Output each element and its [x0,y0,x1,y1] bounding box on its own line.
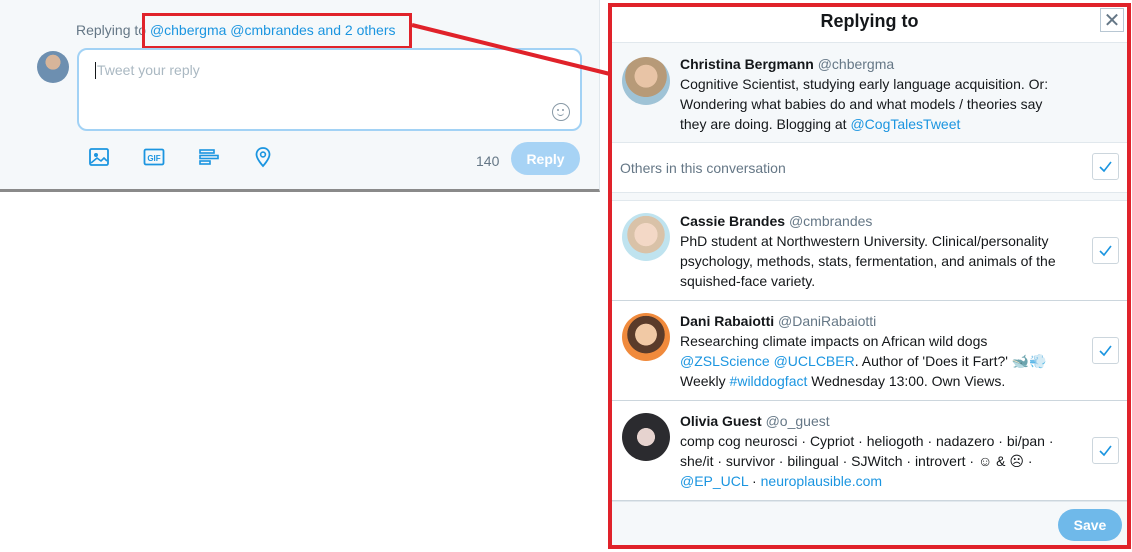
tweet-input[interactable]: Tweet your reply [77,48,582,131]
svg-text:GIF: GIF [147,154,160,163]
close-icon[interactable]: ✕ [1100,8,1124,32]
user-bio: Wednesday 13:00. Own Views. [807,373,1006,389]
gif-icon[interactable]: GIF [143,146,165,168]
avatar [622,213,670,261]
save-button[interactable]: Save [1058,509,1122,541]
bio-link[interactable]: @EP_UCL [680,473,748,489]
highlight-box [142,13,412,49]
location-icon[interactable] [252,146,274,168]
recipient-checkbox[interactable] [1092,337,1119,364]
user-handle: @DaniRabaiotti [778,313,877,329]
primary-recipient-text: Christina Bergmann @chbergma Cognitive S… [680,54,1070,134]
separator: · [748,473,761,489]
list-item[interactable]: Dani Rabaiotti @DaniRabaiotti Researchin… [612,301,1127,401]
user-bio: . Author of 'Does it Fart?' 🐋💨 [854,353,1047,369]
hashtag-link[interactable]: #wilddogfact [730,373,808,389]
user-bio: Weekly [680,373,730,389]
bio-link[interactable]: @UCLCBER [774,353,855,369]
recipient-checkbox[interactable] [1092,437,1119,464]
dialog-footer [612,501,1127,545]
reply-button[interactable]: Reply [511,142,580,175]
emoji-icon[interactable] [552,103,570,121]
avatar [622,413,670,461]
user-bio: PhD student at Northwestern University. … [680,233,1056,289]
website-link[interactable]: neuroplausible.com [761,473,882,489]
user-bio: Researching climate impacts on African w… [680,333,988,349]
replying-prefix: Replying to [76,22,147,38]
dialog-title: Replying to [820,11,919,31]
image-icon[interactable] [88,146,110,168]
user-handle: @o_guest [765,413,830,429]
person-text: Cassie Brandes @cmbrandes PhD student at… [680,211,1070,291]
bio-link[interactable]: @ZSLScience [680,353,770,369]
list-item[interactable]: Cassie Brandes @cmbrandes PhD student at… [612,201,1127,301]
user-handle: @cmbrandes [788,213,873,229]
section-divider [612,192,1127,201]
screenshot-stage: Replying to @chbergma @cmbrandes and 2 o… [0,0,1132,552]
select-all-checkbox[interactable] [1092,153,1119,180]
recipient-checkbox[interactable] [1092,237,1119,264]
avatar [622,57,670,105]
reply-composer: Replying to @chbergma @cmbrandes and 2 o… [0,0,600,192]
person-text: Dani Rabaiotti @DaniRabaiotti Researchin… [680,311,1070,391]
replying-to-dialog: Replying to ✕ Christina Bergmann @chberg… [608,3,1131,549]
user-name: Dani Rabaiotti [680,313,775,329]
user-bio: comp cog neurosci · Cypriot · heliogoth … [680,433,1054,469]
poll-icon[interactable] [198,146,220,168]
avatar[interactable] [37,51,69,83]
avatar [622,313,670,361]
user-name: Christina Bergmann [680,56,814,72]
tweet-placeholder: Tweet your reply [97,62,200,78]
user-name: Cassie Brandes [680,213,786,229]
others-label: Others in this conversation [620,160,786,176]
text-caret [95,62,96,79]
character-counter: 140 [476,153,500,169]
bio-link[interactable]: @CogTalesTweet [850,116,960,132]
user-handle: @chbergma [817,56,895,72]
user-name: Olivia Guest [680,413,762,429]
person-text: Olivia Guest @o_guest comp cog neurosci … [680,411,1070,491]
list-item[interactable]: Olivia Guest @o_guest comp cog neurosci … [612,401,1127,501]
